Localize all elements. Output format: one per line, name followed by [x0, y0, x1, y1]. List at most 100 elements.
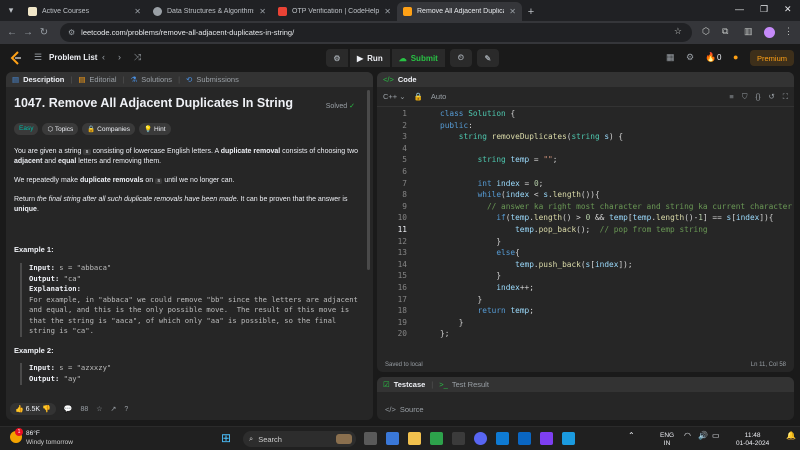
code-editor[interactable]: 1 2 3 4 5 6 7 8 9 10 11 12 13 14 15 16 17 18 19 20 class So…: [377, 108, 794, 356]
problem-list-link[interactable]: Problem List: [49, 53, 97, 62]
random-problem-icon[interactable]: ⤨: [134, 52, 141, 63]
premium-button[interactable]: Premium: [750, 50, 794, 66]
taskbar-search-box[interactable]: ⌕ Search: [243, 431, 356, 447]
tab-submissions[interactable]: Submissions: [196, 75, 239, 84]
linkedin-icon[interactable]: [518, 432, 531, 445]
search-highlight-icon: [336, 434, 352, 444]
problem-list-icon[interactable]: ☰: [34, 52, 42, 63]
timer-button[interactable]: ⏲: [449, 49, 472, 67]
hint-chip[interactable]: 💡 Hint: [139, 123, 171, 135]
problem-title[interactable]: 1047. Remove All Adjacent Duplicates In …: [14, 96, 363, 110]
tab-search-icon[interactable]: ▾: [0, 0, 22, 21]
companies-chip[interactable]: 🔒 Companies: [82, 123, 136, 135]
discord-icon[interactable]: [474, 432, 487, 445]
weather-widget[interactable]: 1 86°F Windy tomorrow: [10, 428, 73, 447]
tray-overflow-icon[interactable]: ⌃: [628, 432, 635, 440]
tab-solutions[interactable]: Solutions: [141, 75, 172, 84]
side-panel-icon[interactable]: ▥: [744, 26, 753, 37]
topics-label: Topics: [54, 126, 74, 133]
tab-test-result[interactable]: Test Result: [452, 380, 489, 389]
windows-start-icon[interactable]: ⊞: [221, 432, 234, 445]
chrome-app-icon[interactable]: [452, 432, 465, 445]
help-icon[interactable]: ?: [124, 406, 128, 413]
minimize-icon[interactable]: —: [735, 4, 744, 14]
share-icon[interactable]: ↗: [111, 405, 117, 413]
bookmark-icon[interactable]: ⛉: [742, 92, 748, 102]
close-tab-icon[interactable]: ✕: [134, 7, 141, 16]
code-brackets-icon: </>: [383, 75, 394, 84]
topics-chip[interactable]: ⬡ Topics: [42, 123, 79, 135]
clock[interactable]: 11:48 01-04-2024: [736, 432, 769, 447]
battery-icon[interactable]: ▭: [712, 432, 720, 440]
lightbulb-icon: 💡: [144, 126, 154, 133]
browser-tab[interactable]: Active Courses ✕: [22, 2, 147, 21]
browser-tab-bar: ▾ Active Courses ✕ Data Structures & Alg…: [0, 0, 800, 21]
task-view-icon[interactable]: [364, 432, 377, 445]
reset-icon[interactable]: ↺: [768, 92, 774, 101]
extensions-puzzle-icon[interactable]: ⧉: [722, 26, 728, 37]
source-toggle[interactable]: </> Source: [385, 405, 424, 414]
user-avatar[interactable]: ●: [733, 52, 738, 62]
run-submit-bar: ⚙ ▶ Run ☁ Submit ⏲ ✎: [326, 49, 499, 67]
format-code-icon[interactable]: ≡: [729, 92, 733, 101]
file-explorer-icon[interactable]: [408, 432, 421, 445]
next-problem-icon[interactable]: ›: [118, 52, 121, 62]
code-header-title: Code: [397, 75, 417, 84]
description-scrollbar[interactable]: [367, 90, 370, 270]
browser-tab[interactable]: OTP Verification | CodeHelp - s ✕: [272, 2, 397, 21]
restore-icon[interactable]: ❐: [760, 4, 768, 15]
weather-forecast: Windy tomorrow: [26, 438, 73, 446]
bookmark-star-icon[interactable]: ☆: [674, 26, 682, 37]
like-dislike-pill: 👍 6.5K 👎: [10, 403, 56, 415]
problem-tags: Easy ⬡ Topics 🔒 Companies 💡 Hint: [14, 123, 363, 135]
settings-gear-icon[interactable]: ⚙: [686, 52, 694, 63]
input-label: Input:: [29, 263, 55, 272]
layout-icon[interactable]: ▦: [666, 52, 675, 63]
autocomplete-mode[interactable]: Auto: [431, 92, 446, 101]
back-icon[interactable]: ←: [4, 27, 20, 38]
run-button[interactable]: ▶ Run: [350, 49, 390, 67]
whatsapp-icon[interactable]: [430, 432, 443, 445]
thumbs-down-icon[interactable]: 👎: [42, 406, 51, 413]
output-label: Output:: [29, 373, 60, 383]
url-input[interactable]: ⚙ leetcode.com/problems/remove-all-adjac…: [60, 23, 692, 42]
close-window-icon[interactable]: ✕: [784, 4, 792, 15]
streak-fire-icon[interactable]: 🔥: [705, 52, 716, 63]
fullscreen-icon[interactable]: ⛶: [783, 92, 788, 102]
app-icon[interactable]: [540, 432, 553, 445]
browser-tab[interactable]: Data Structures & Algorithms S ✕: [147, 2, 272, 21]
tab-testcase[interactable]: Testcase: [394, 380, 426, 389]
close-tab-icon[interactable]: ✕: [384, 7, 391, 16]
comment-icon[interactable]: 💬: [64, 405, 73, 413]
tab-editorial[interactable]: Editorial: [89, 75, 116, 84]
chrome-menu-icon[interactable]: ⋮: [784, 26, 793, 37]
close-tab-icon[interactable]: ✕: [259, 7, 266, 16]
example-input: s = "abbaca": [54, 263, 112, 272]
notes-button[interactable]: ✎: [476, 49, 499, 67]
notifications-icon[interactable]: 🔔: [786, 432, 796, 440]
description-footer: 👍 6.5K 👎 💬 88 ☆ ↗ ?: [6, 398, 373, 420]
prev-problem-icon[interactable]: ‹: [102, 52, 105, 62]
favorite-star-icon[interactable]: ☆: [96, 405, 102, 413]
leetcode-logo-icon[interactable]: [10, 51, 22, 65]
close-tab-icon[interactable]: ✕: [509, 7, 516, 16]
volume-icon[interactable]: 🔊: [698, 432, 708, 440]
submit-button[interactable]: ☁ Submit: [391, 49, 445, 67]
forward-icon[interactable]: →: [20, 27, 36, 38]
language-indicator[interactable]: ENG IN: [660, 432, 674, 447]
tab-description[interactable]: Description: [23, 75, 64, 84]
thumbs-up-icon[interactable]: 👍: [15, 406, 24, 413]
wifi-icon[interactable]: ◠: [684, 432, 691, 440]
profile-avatar[interactable]: [764, 27, 775, 38]
braces-icon[interactable]: {}: [755, 92, 760, 101]
extension-icon[interactable]: ⬡: [702, 26, 710, 37]
photos-icon[interactable]: [562, 432, 575, 445]
reload-icon[interactable]: ↻: [36, 27, 52, 38]
vscode-icon[interactable]: [496, 432, 509, 445]
debug-button[interactable]: ⚙: [326, 49, 348, 67]
site-info-icon[interactable]: ⚙: [68, 28, 75, 37]
new-tab-button[interactable]: +: [522, 2, 540, 21]
language-select[interactable]: C++ ⌄: [383, 92, 406, 101]
widgets-icon[interactable]: [386, 432, 399, 445]
browser-tab-active[interactable]: Remove All Adjacent Duplicate ✕: [397, 2, 522, 21]
